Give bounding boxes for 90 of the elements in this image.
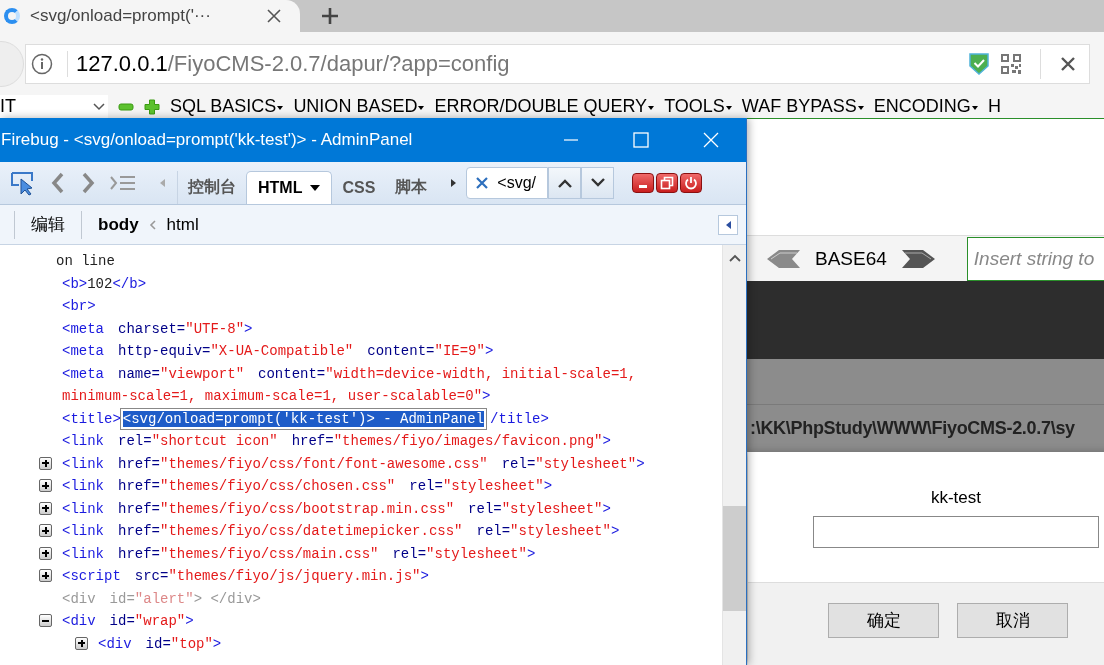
menu-item[interactable]: UNION BASED — [293, 96, 418, 117]
restore-icon — [660, 176, 675, 190]
panel-tab[interactable]: 控制台 — [178, 171, 246, 204]
plus-icon[interactable] — [320, 6, 340, 26]
minimize-button[interactable] — [632, 173, 655, 193]
browser-tab[interactable]: <svg/onload=prompt('··· — [0, 0, 300, 32]
menu-item[interactable]: WAF BYPASS — [741, 96, 857, 117]
close-icon[interactable] — [266, 8, 282, 24]
minimize-icon — [639, 185, 648, 188]
caret-icon — [648, 105, 655, 110]
expand-icon[interactable] — [39, 524, 52, 537]
maximize-icon[interactable] — [632, 131, 650, 149]
tag-text: <title> — [62, 410, 121, 427]
path-text: :\KK\PhpStudy\WWW\FiyoCMS-2.0.7\sy — [750, 418, 1075, 439]
input-field[interactable]: Insert string to — [966, 236, 1104, 281]
loading-icon — [4, 8, 20, 24]
chevron-down-icon — [589, 178, 606, 188]
menu-item[interactable]: ERROR/DOUBLE QUERY — [434, 96, 648, 117]
code-line: <link href="themes/fiyo/css/chosen.css" rel="stylesheet"> — [62, 477, 554, 496]
inspect-icon[interactable] — [10, 170, 36, 196]
shield-icon[interactable] — [968, 51, 990, 76]
code-line: <meta http-equiv="X-UA-Compatible" content="IE=9"> — [62, 342, 495, 361]
expand-icon[interactable] — [75, 636, 88, 650]
caret-icon — [277, 105, 284, 110]
ok-button[interactable]: 确定 — [828, 603, 939, 638]
expand-icon[interactable] — [39, 456, 52, 470]
window-title: Firebug - <svg/onload=prompt('kk-test')> - AdminPanel — [1, 130, 414, 150]
code-line: <br> — [62, 297, 97, 316]
code-line: <div id="wrap"> — [62, 612, 195, 631]
caret-icon — [418, 105, 425, 110]
address-field[interactable]: 127.0.0.1/FiyoCMS-2.0.7/dapur/?app=config — [25, 43, 1090, 84]
power-icon — [684, 176, 699, 190]
inline-edit-field[interactable]: <svg/onload=prompt('kk-test')> - AdminPanel — [122, 410, 485, 427]
prompt-message: kk-test — [930, 488, 981, 508]
code-line: <link href="themes/fiyo/css/main.css" rel="stylesheet"> — [62, 544, 537, 564]
power-button[interactable] — [680, 173, 703, 193]
scroll-right-icon[interactable] — [451, 179, 457, 187]
cancel-button[interactable]: 取消 — [957, 603, 1068, 638]
edit-button[interactable]: 编辑 — [31, 213, 65, 236]
info-icon[interactable] — [31, 52, 53, 75]
expand-icon[interactable] — [39, 569, 52, 582]
clear-icon[interactable] — [475, 176, 490, 190]
next-arrow-icon[interactable] — [900, 248, 935, 269]
dropdown[interactable]: IT — [0, 95, 108, 118]
previous-arrow-icon[interactable] — [767, 248, 801, 269]
expand-icon[interactable] — [39, 479, 52, 492]
code-line: <link href="themes/fiyo/css/datetimepicker.css" rel="stylesheet"> — [62, 522, 621, 541]
expand-icon[interactable] — [39, 501, 52, 515]
search-field[interactable]: <svg/ — [466, 167, 549, 199]
caret-icon — [971, 105, 978, 110]
code-line: <b>102</b> — [62, 274, 148, 294]
chevron-up-icon — [556, 178, 573, 188]
scrollbar-thumb[interactable] — [723, 506, 746, 611]
menu-item[interactable]: SQL BASICS — [170, 96, 277, 117]
code-line: <div id="top"> — [98, 634, 223, 654]
caret-icon — [857, 105, 864, 110]
menu-item[interactable]: ENCODING — [873, 96, 971, 117]
forward-icon[interactable] — [80, 172, 96, 194]
code-line: <div id="alert"> </div> — [62, 589, 262, 609]
close-icon[interactable] — [1059, 54, 1077, 73]
code-line: <script src="themes/fiyo/js/jquery.min.js"> — [62, 567, 430, 586]
detach-button[interactable] — [656, 173, 679, 193]
next-match-button[interactable] — [581, 167, 615, 199]
side-panel-button[interactable] — [718, 214, 738, 235]
panel-tab[interactable]: CSS — [332, 171, 386, 204]
code-line: <link href="themes/fiyo/css/font/font-awesome.css" rel="stylesheet"> — [62, 454, 646, 474]
qr-code-icon[interactable] — [1000, 52, 1022, 75]
encoding-label: BASE64 — [815, 247, 887, 270]
input-field[interactable] — [812, 516, 1099, 548]
collapse-icon[interactable] — [39, 614, 52, 627]
panel-tab[interactable]: HTML — [246, 171, 333, 204]
code-line: <link href="themes/fiyo/css/bootstrap.min.css" rel="stylesheet"> — [62, 499, 612, 519]
chevron-down-icon — [92, 101, 106, 112]
expand-icon[interactable] — [39, 546, 52, 560]
menu-item[interactable]: H — [987, 96, 1001, 117]
caret-icon — [725, 105, 732, 110]
previous-match-button[interactable] — [548, 167, 582, 199]
breadcrumb-item[interactable]: body — [98, 214, 139, 235]
plus-icon[interactable] — [144, 98, 160, 115]
code-line: <meta name="viewport" content="width=device-width, initial-scale=1, minimum-scale=1, maximum-scale=1, user-scalable=0"> — [62, 364, 638, 406]
panel-tab[interactable]: 脚本 — [385, 171, 438, 204]
tag-text: /title> — [490, 410, 549, 427]
menu-item[interactable]: TOOLS — [664, 96, 725, 117]
breadcrumb-item[interactable]: html — [166, 214, 199, 235]
scroll-up-icon[interactable] — [727, 253, 742, 263]
code-line: on line — [56, 252, 116, 271]
code-line: <meta charset="UTF-8"> — [62, 319, 254, 339]
back-icon[interactable] — [50, 172, 66, 194]
chevron-left-icon — [148, 218, 157, 231]
code-line: <link rel="shortcut icon" href="themes/fiyo/images/favicon.png"> — [62, 432, 612, 451]
